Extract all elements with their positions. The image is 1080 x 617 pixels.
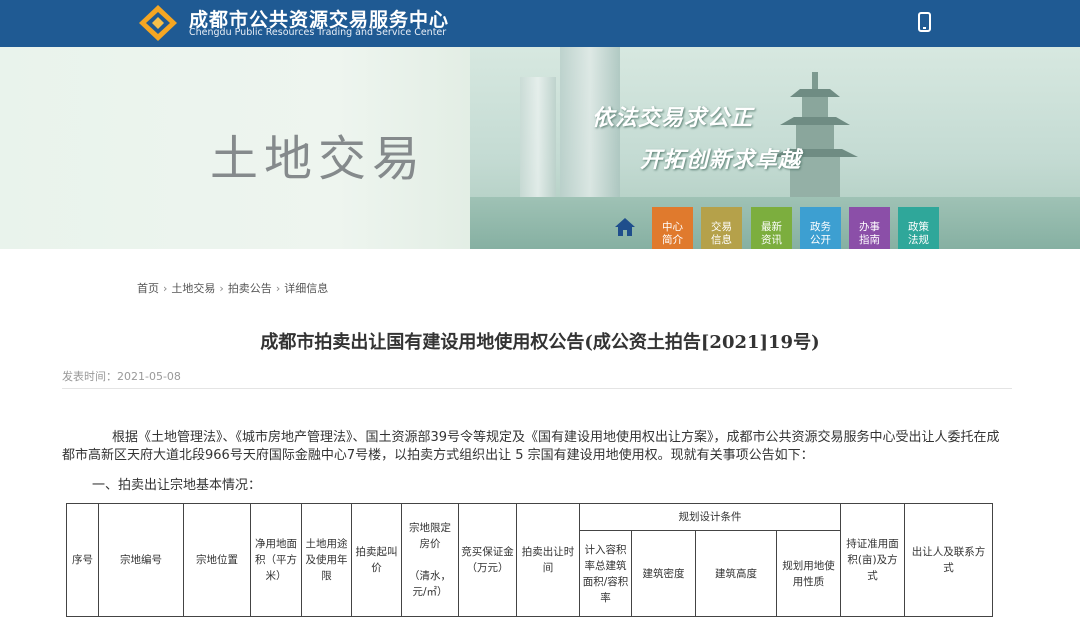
nav-policies[interactable]: 政策 法规	[898, 207, 939, 249]
nav-label-line1: 中心	[662, 221, 683, 233]
nav-latest-news[interactable]: 最新 资讯	[751, 207, 792, 249]
header-location: 宗地位置	[183, 503, 251, 617]
breadcrumb-separator: ›	[275, 282, 281, 295]
breadcrumb-home[interactable]: 首页	[137, 282, 159, 295]
divider	[62, 388, 1012, 389]
header-land-use: 土地用途及使用年限	[301, 503, 352, 617]
banner: 土地交易 依法交易求公正 开拓创新求卓越 中心 简介 交易 信息 最新 资讯 政…	[0, 47, 1080, 249]
site-header: 成都市公共资源交易服务中心 Chengdu Public Resources T…	[0, 0, 1080, 47]
nav-label-line2: 法规	[908, 234, 929, 246]
breadcrumb-auction-notice[interactable]: 拍卖公告	[228, 282, 272, 295]
nav-government-affairs[interactable]: 政务 公开	[800, 207, 841, 249]
header-density: 建筑密度	[631, 530, 696, 617]
skyscraper-image	[520, 77, 556, 217]
nav-label-line1: 政务	[810, 221, 831, 233]
site-name-en: Chengdu Public Resources Trading and Ser…	[189, 27, 447, 38]
publish-time: 发表时间：2021-05-08	[62, 368, 181, 384]
nav-label-line1: 最新	[761, 221, 782, 233]
nav-label-line2: 简介	[662, 234, 683, 246]
nav-label-line1: 交易	[711, 221, 732, 233]
nav-label-line1: 办事	[859, 221, 880, 233]
nav-trading-info[interactable]: 交易 信息	[701, 207, 742, 249]
section-heading: 一、拍卖出让宗地基本情况：	[92, 478, 262, 493]
header-parcel-no: 宗地编号	[98, 503, 184, 617]
breadcrumb: 首页 › 土地交易 › 拍卖公告 › 详细信息	[137, 280, 328, 296]
nav-label-line2: 指南	[859, 234, 880, 246]
header-house-price-cap-label: 宗地限定房价	[409, 522, 451, 550]
header-planning-conditions: 规划设计条件	[579, 503, 841, 531]
publish-time-label: 发表时间：	[62, 370, 117, 383]
article-paragraph: 根据《土地管理法》、《城市房地产管理法》、国土资源部39号令等规定及《国有建设用…	[62, 430, 1000, 463]
header-height: 建筑高度	[695, 530, 777, 617]
nav-service-guide[interactable]: 办事 指南	[849, 207, 890, 249]
header-net-area: 净用地面积（平方米）	[250, 503, 302, 617]
breadcrumb-separator: ›	[219, 282, 224, 295]
nav-label-line2: 公开	[810, 234, 831, 246]
breadcrumb-detail: 详细信息	[284, 282, 329, 295]
header-start-price: 拍卖起叫价	[351, 503, 402, 617]
article-title: 成都市拍卖出让国有建设用地使用权公告(成公资土拍告[2021]19号)	[260, 332, 820, 353]
parcel-table: 序号 宗地编号 宗地位置 净用地面积（平方米） 土地用途及使用年限 拍卖起叫价 …	[66, 503, 993, 617]
breadcrumb-separator: ›	[163, 282, 168, 295]
nav-label-line2: 信息	[711, 234, 732, 246]
header-house-price-unit: （清水，元/㎡）	[409, 570, 451, 598]
nav-center-intro[interactable]: 中心 简介	[652, 207, 693, 249]
header-auction-time: 拍卖出让时间	[516, 503, 580, 617]
header-seq: 序号	[66, 503, 99, 617]
banner-title: 土地交易	[210, 131, 427, 187]
header-cert-area: 持证准用面积(亩)及方式	[840, 503, 905, 617]
publish-time-value: 2021-05-08	[117, 370, 181, 383]
header-deposit: 竞买保证金（万元）	[458, 503, 517, 617]
home-icon[interactable]	[614, 217, 636, 237]
header-plan-use: 规划用地使用性质	[776, 530, 841, 617]
pagoda-image	[772, 72, 858, 197]
header-contact: 出让人及联系方式	[904, 503, 993, 617]
header-house-price-cap: 宗地限定房价 （清水，元/㎡）	[401, 503, 459, 617]
nav-label-line2: 资讯	[761, 234, 782, 246]
mobile-phone-icon[interactable]	[918, 12, 931, 32]
nav-label-line1: 政策	[908, 221, 929, 233]
slogan-line-2: 开拓创新求卓越	[640, 148, 802, 173]
slogan-line-1: 依法交易求公正	[592, 106, 754, 131]
breadcrumb-land-trading[interactable]: 土地交易	[171, 282, 215, 295]
header-far: 计入容积率总建筑面积/容积率	[579, 530, 632, 617]
diamond-logo-icon[interactable]	[138, 4, 178, 42]
